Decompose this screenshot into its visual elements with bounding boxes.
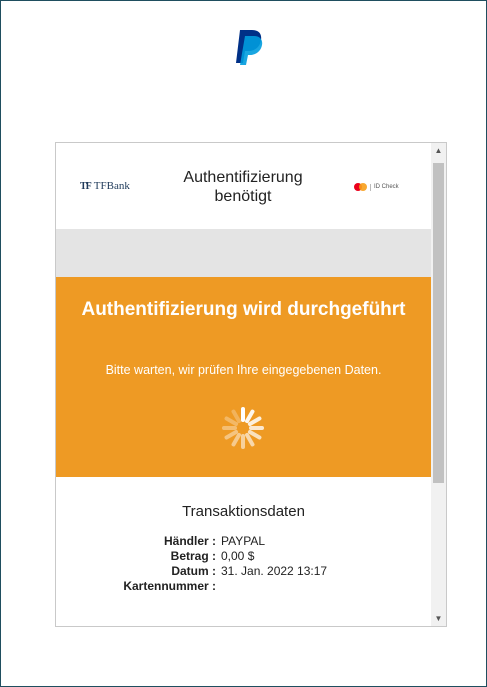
transaction-details: Händler : PAYPAL Betrag : 0,00 $ Datum :… [56, 534, 431, 594]
transaction-row-date: Datum : 31. Jan. 2022 13:17 [56, 564, 431, 579]
mastercard-icon [354, 183, 367, 191]
transaction-row-card-number: Kartennummer : [56, 579, 431, 594]
paypal-logo-icon [236, 30, 263, 65]
processing-subtitle: Bitte warten, wir prüfen Ihre eingegeben… [105, 363, 382, 377]
popup-scrollbar[interactable]: ▲ ▼ [431, 143, 446, 626]
bank-logo-mark: TF [80, 180, 92, 192]
card-scheme-label: ID Check [374, 184, 399, 190]
authentication-popup: TF TFBank Authentifizierung benötigt ID … [55, 142, 447, 627]
bank-logo: TF TFBank [80, 180, 130, 192]
processing-panel: Authentifizierung wird durchgeführt Bitt… [56, 277, 431, 477]
authentication-title: Authentifizierung benötigt [183, 169, 303, 205]
transaction-value: PAYPAL [221, 534, 266, 548]
transaction-value: 0,00 $ [221, 549, 255, 563]
transaction-label: Datum : [171, 564, 216, 578]
scroll-up-arrow-icon[interactable]: ▲ [431, 143, 446, 158]
popup-content: TF TFBank Authentifizierung benötigt ID … [56, 143, 431, 626]
transaction-row-merchant: Händler : PAYPAL [56, 534, 431, 549]
grey-band [56, 229, 431, 277]
popup-header: TF TFBank Authentifizierung benötigt ID … [56, 143, 431, 229]
transaction-label: Kartennummer : [123, 579, 216, 593]
transaction-label: Händler : [163, 534, 216, 548]
transaction-title: Transaktionsdaten [182, 503, 305, 520]
transaction-value: 31. Jan. 2022 13:17 [221, 564, 328, 578]
transaction-label: Betrag : [170, 549, 216, 563]
card-scheme-logo: ID Check [354, 183, 399, 191]
scroll-down-arrow-icon[interactable]: ▼ [431, 611, 446, 626]
loading-spinner-icon [222, 407, 264, 449]
bank-name: TFBank [93, 180, 130, 192]
scrollbar-thumb[interactable] [433, 163, 444, 483]
transaction-row-amount: Betrag : 0,00 $ [56, 549, 431, 564]
processing-title: Authentifizierung wird durchgeführt [81, 299, 406, 320]
transaction-value [221, 579, 431, 594]
